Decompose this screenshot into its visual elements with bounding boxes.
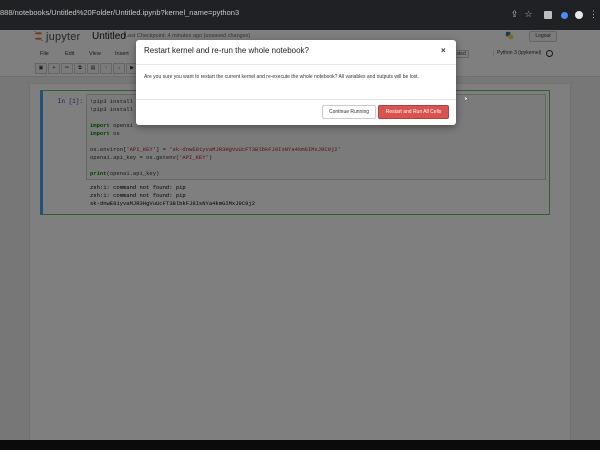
extension-icon[interactable]: [544, 11, 552, 19]
restart-run-all-button[interactable]: Restart and Run All Cells: [378, 105, 449, 119]
continue-running-button[interactable]: Continue Running: [322, 105, 376, 119]
dialog-title: Restart kernel and re-run the whole note…: [144, 46, 309, 55]
profile-icon[interactable]: [575, 11, 583, 19]
mouse-cursor-icon: [465, 96, 469, 101]
menu-dots-icon[interactable]: ⋮: [588, 9, 599, 20]
close-icon[interactable]: ×: [441, 46, 446, 55]
star-icon[interactable]: ☆: [523, 9, 534, 20]
screen-bottom: [0, 440, 600, 450]
extension-icon[interactable]: [561, 12, 568, 19]
dialog-header: Restart kernel and re-run the whole note…: [136, 40, 456, 65]
url-text[interactable]: 888/notebooks/Untitled%20Folder/Untitled…: [0, 8, 239, 17]
share-icon[interactable]: ⇪: [509, 9, 520, 20]
browser-address-bar: 888/notebooks/Untitled%20Folder/Untitled…: [0, 0, 600, 30]
dialog-footer: Continue Running Restart and Run All Cel…: [136, 99, 456, 126]
dialog-body: Are you sure you want to restart the cur…: [144, 74, 419, 80]
restart-dialog: Restart kernel and re-run the whole note…: [136, 40, 456, 125]
